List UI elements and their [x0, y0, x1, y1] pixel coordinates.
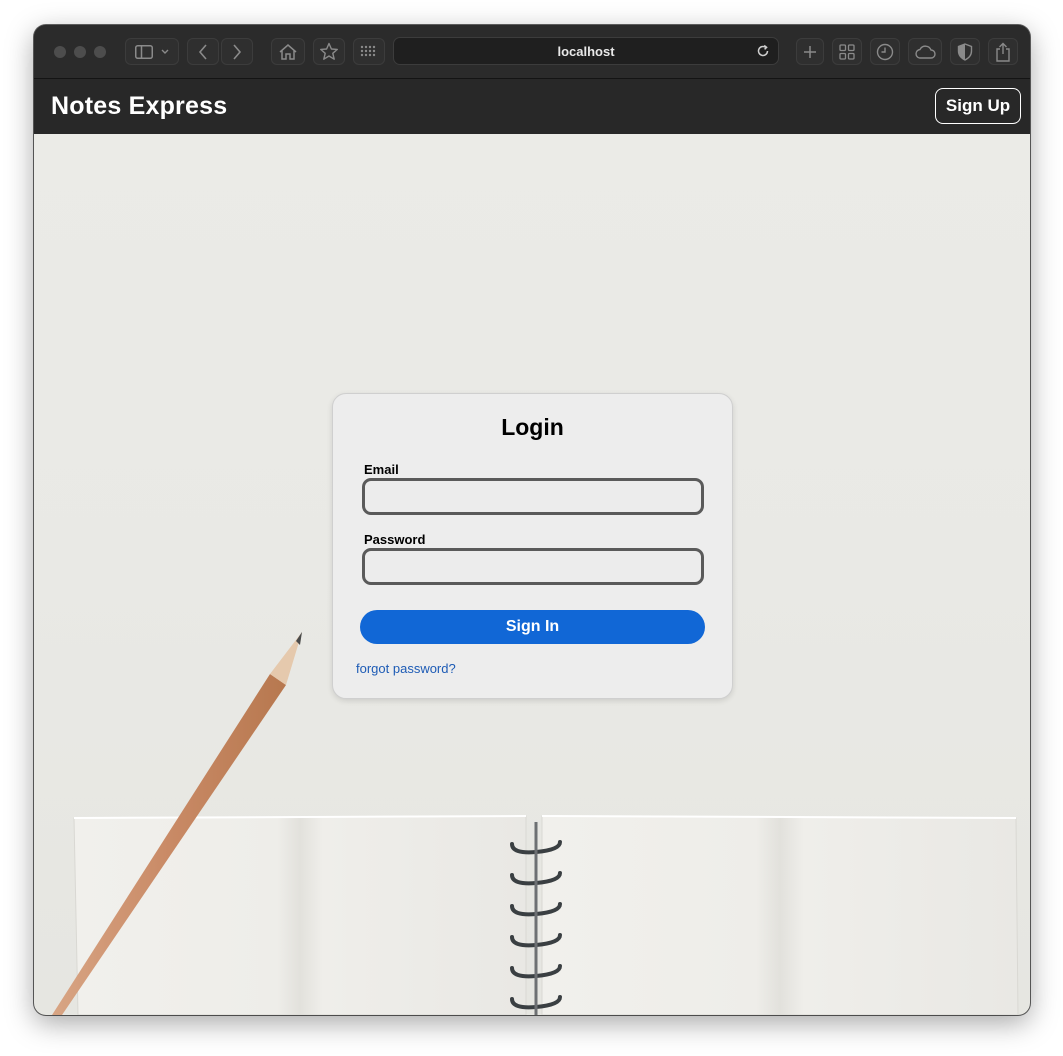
- sign-up-button[interactable]: Sign Up: [935, 88, 1021, 124]
- new-tab-icon: [803, 45, 817, 59]
- new-tab-button[interactable]: [796, 38, 824, 65]
- login-card: Login Email Password Sign In forgot pass…: [332, 393, 733, 699]
- brand-title[interactable]: Notes Express: [51, 92, 227, 121]
- page-content: Login Email Password Sign In forgot pass…: [34, 134, 1030, 1015]
- zoom-window-button[interactable]: [94, 46, 106, 58]
- notebook-image: [73, 815, 1019, 1015]
- forward-icon: [232, 43, 242, 60]
- forward-button[interactable]: [221, 38, 253, 65]
- reload-icon[interactable]: [756, 44, 770, 63]
- login-title: Login: [501, 414, 564, 440]
- back-icon: [198, 43, 208, 60]
- history-button[interactable]: [870, 38, 900, 65]
- share-button[interactable]: [988, 38, 1018, 65]
- sidebar-toggle-button[interactable]: [125, 38, 179, 65]
- share-icon: [995, 42, 1011, 62]
- email-label: Email: [364, 462, 399, 477]
- sign-in-button[interactable]: Sign In: [360, 610, 705, 644]
- sidebar-icon: [135, 44, 153, 59]
- browser-toolbar: localhost: [34, 25, 1030, 79]
- password-label: Password: [364, 532, 426, 547]
- history-icon: [876, 43, 894, 61]
- app-navbar: Notes Express Sign Up: [34, 79, 1030, 134]
- minimize-window-button[interactable]: [74, 46, 86, 58]
- star-icon: [319, 42, 339, 61]
- browser-window: localhost Notes Express Sign Up Login Em…: [34, 25, 1030, 1015]
- close-window-button[interactable]: [54, 46, 66, 58]
- url-text: localhost: [557, 44, 615, 59]
- home-button[interactable]: [271, 38, 305, 65]
- chevron-down-icon: [161, 49, 169, 55]
- grid-apps-icon: [360, 45, 378, 59]
- apps-button[interactable]: [353, 38, 385, 65]
- tab-overview-icon: [839, 43, 855, 60]
- forgot-password-link[interactable]: forgot password?: [356, 661, 456, 676]
- home-icon: [278, 43, 298, 61]
- cloud-icon: [914, 44, 936, 59]
- favorites-button[interactable]: [313, 38, 345, 65]
- email-field[interactable]: [362, 478, 704, 515]
- password-field[interactable]: [362, 548, 704, 585]
- icloud-tabs-button[interactable]: [908, 38, 942, 65]
- tab-overview-button[interactable]: [832, 38, 862, 65]
- shield-icon: [957, 42, 973, 61]
- privacy-button[interactable]: [950, 38, 980, 65]
- address-bar[interactable]: localhost: [393, 37, 779, 65]
- back-button[interactable]: [187, 38, 219, 65]
